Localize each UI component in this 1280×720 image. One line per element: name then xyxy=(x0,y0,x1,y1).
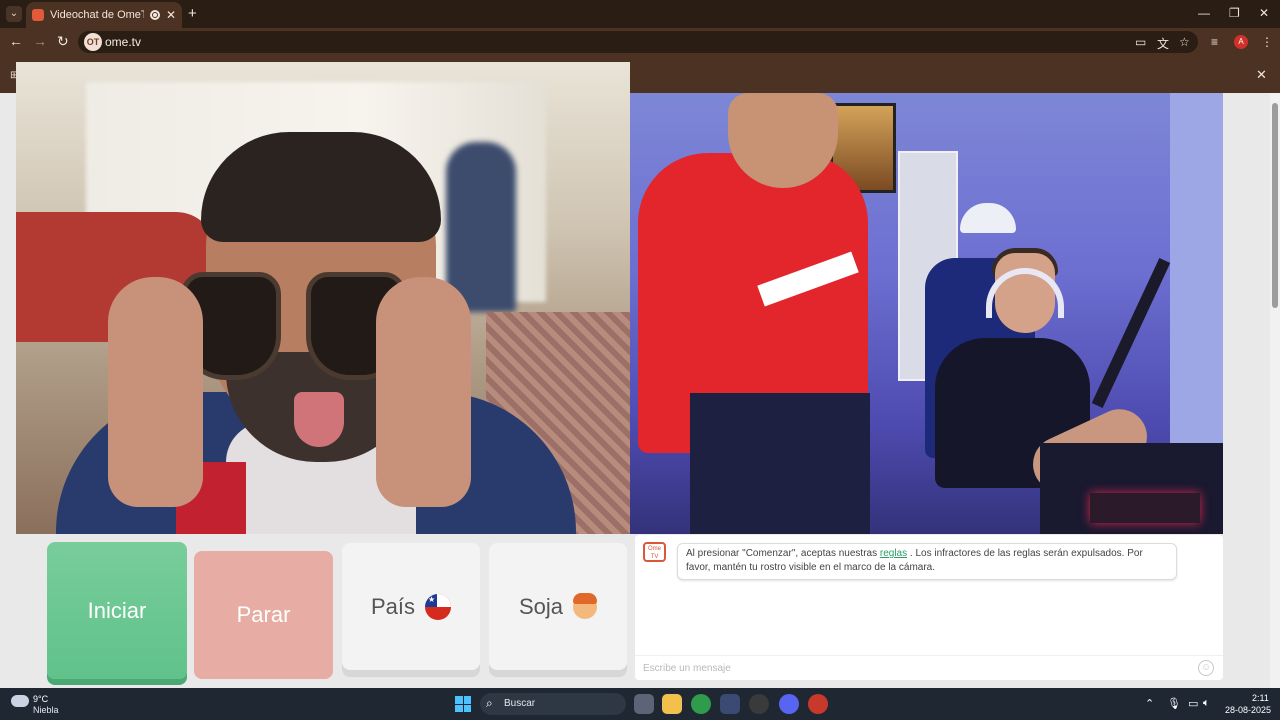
cast-icon[interactable]: ▭ xyxy=(1135,35,1146,49)
url-text[interactable]: ome.tv xyxy=(105,35,141,49)
ometv-favicon-icon xyxy=(32,9,44,21)
site-info-icon[interactable]: OT xyxy=(84,33,102,51)
search-icon: ⌕ xyxy=(486,696,493,710)
start-button[interactable]: Iniciar xyxy=(47,542,187,679)
emoji-smiley-icon[interactable]: ☺ xyxy=(1198,660,1214,676)
minimize-button[interactable]: — xyxy=(1198,6,1210,20)
tab-list-button[interactable]: ⌄ xyxy=(6,6,22,22)
gender-filter-label: Soja xyxy=(518,593,564,619)
video-background-person xyxy=(446,142,516,312)
translate-icon[interactable]: 文 xyxy=(1157,35,1169,52)
chrome-profile-icon[interactable] xyxy=(808,694,828,714)
video-cap xyxy=(960,203,1016,233)
country-filter-button[interactable]: País ★ xyxy=(342,543,480,670)
recording-indicator-icon xyxy=(149,10,160,20)
windows-start-icon[interactable] xyxy=(455,696,471,712)
scrollbar-thumb[interactable] xyxy=(1272,103,1278,308)
reload-icon[interactable]: ↻ xyxy=(57,33,69,50)
video-person-tongue xyxy=(294,392,344,447)
network-icon[interactable]: ▭ xyxy=(1188,697,1198,710)
stop-button[interactable]: Parar xyxy=(194,551,333,679)
forward-arrow-icon[interactable]: → xyxy=(33,33,47,49)
system-message: Al presionar "Comenzar", aceptas nuestra… xyxy=(677,543,1177,580)
ometv-logo-icon: Ome TV xyxy=(643,542,666,562)
video-person-sunglasses xyxy=(181,272,406,382)
stop-button-label: Parar xyxy=(236,602,291,627)
weather-cloud-icon[interactable] xyxy=(11,695,29,707)
country-filter-label: País xyxy=(370,593,416,619)
new-tab-button[interactable]: + xyxy=(188,5,197,22)
tab-title: Videochat de OmeTV: uno xyxy=(50,9,144,21)
self-video xyxy=(630,93,1223,534)
infobar-close-icon[interactable]: ✕ xyxy=(1256,67,1267,83)
video-keyboard xyxy=(1090,493,1200,523)
gender-filter-button[interactable]: Soja xyxy=(489,543,627,670)
file-explorer-icon[interactable] xyxy=(662,694,682,714)
video-person-hair xyxy=(201,132,441,242)
chile-flag-icon: ★ xyxy=(425,593,452,620)
windows-taskbar: 9°C Niebla ⌕ Buscar ⌃ 🎙︎ ▭ 🔈︎ 2:11 28-08… xyxy=(0,688,1280,720)
close-window-button[interactable]: ✕ xyxy=(1259,6,1269,20)
menu-kebab-icon[interactable]: ⋮ xyxy=(1261,35,1273,49)
address-bar[interactable] xyxy=(78,31,1198,53)
chrome-icon[interactable] xyxy=(691,694,711,714)
chat-panel: Ome TV Al presionar "Comenzar", aceptas … xyxy=(635,535,1223,680)
browser-tab-bar: ⌄ Videochat de OmeTV: uno ✕ + — ❐ ✕ xyxy=(0,0,1280,28)
weather-condition[interactable]: Niebla xyxy=(33,705,59,715)
rules-link[interactable]: reglas xyxy=(880,548,907,559)
taskbar-search-placeholder: Buscar xyxy=(504,698,536,709)
volume-icon[interactable]: 🔈︎ xyxy=(1203,697,1210,710)
video-mic-arm xyxy=(1091,257,1171,409)
partner-video xyxy=(16,62,630,534)
system-message-text: Al presionar "Comenzar", aceptas nuestra… xyxy=(686,548,880,559)
start-button-label: Iniciar xyxy=(87,597,147,623)
discord-icon[interactable] xyxy=(779,694,799,714)
profile-avatar[interactable]: A xyxy=(1234,35,1248,49)
taskbar-search[interactable]: ⌕ Buscar xyxy=(480,693,626,715)
taskbar-date[interactable]: 28-08-2025 xyxy=(1225,705,1271,715)
clock-app-icon[interactable] xyxy=(749,694,769,714)
message-input-placeholder: Escribe un mensaje xyxy=(643,663,731,674)
app-icon[interactable] xyxy=(720,694,740,714)
video-person-right-hand xyxy=(376,277,471,507)
task-view-icon[interactable] xyxy=(634,694,654,714)
weather-temperature[interactable]: 9°C xyxy=(33,694,48,704)
video-person-left-hand xyxy=(108,277,203,507)
page-scrollbar[interactable] xyxy=(1270,93,1280,688)
tab-close-icon[interactable]: ✕ xyxy=(166,8,176,22)
maximize-button[interactable]: ❐ xyxy=(1229,6,1240,20)
message-input[interactable]: Escribe un mensaje ☺ xyxy=(635,655,1223,680)
bookmark-star-icon[interactable]: ☆ xyxy=(1179,35,1190,49)
media-controls-icon[interactable]: ≡ xyxy=(1211,35,1218,49)
browser-toolbar: ← → ↻ OT ome.tv ▭ 文 ☆ ≡ A ⋮ xyxy=(0,28,1280,56)
boy-emoji-icon xyxy=(573,592,598,619)
back-arrow-icon[interactable]: ← xyxy=(9,33,23,49)
taskbar-time[interactable]: 2:11 xyxy=(1252,693,1269,703)
microphone-icon[interactable]: 🎙︎ xyxy=(1167,697,1181,710)
tray-chevron-icon[interactable]: ⌃ xyxy=(1145,697,1154,710)
browser-tab[interactable]: Videochat de OmeTV: uno ✕ xyxy=(26,2,182,28)
video-standing-person-shorts xyxy=(690,393,870,534)
